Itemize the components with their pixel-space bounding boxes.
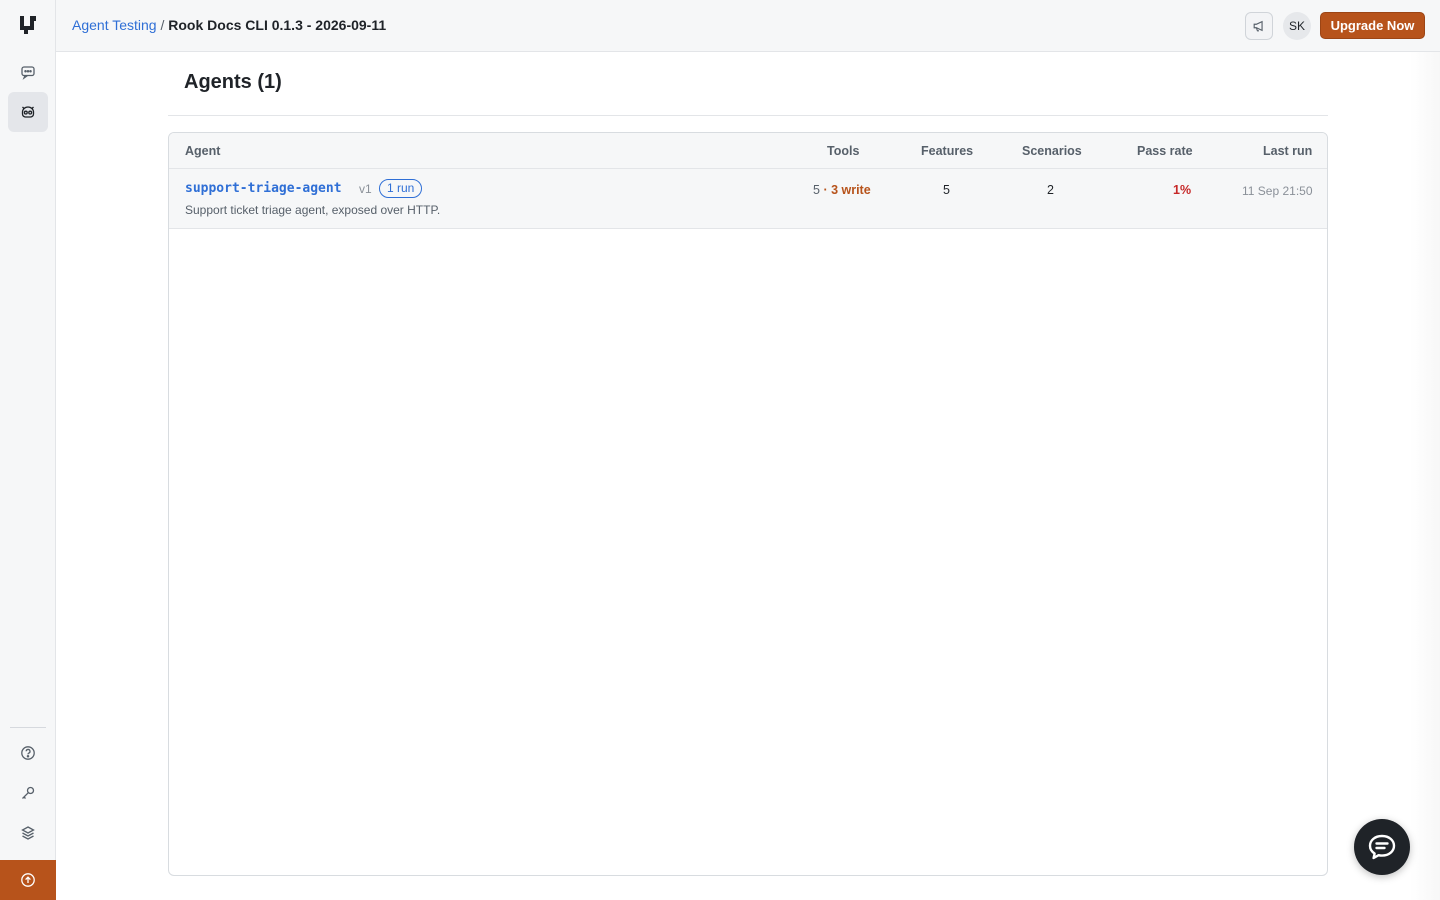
- features-count: 5: [943, 183, 950, 197]
- pass-rate-value: 1%: [1173, 183, 1192, 197]
- sidebar-divider: [10, 727, 46, 728]
- sidebar-item-help[interactable]: [8, 733, 48, 773]
- user-avatar[interactable]: SK: [1283, 12, 1311, 40]
- agent-description: Support ticket triage agent, exposed ove…: [185, 203, 441, 217]
- breadcrumb: Agent Testing / Rook Docs CLI 0.1.3 - 20…: [72, 17, 386, 33]
- run-count-badge[interactable]: 1 run: [379, 179, 423, 198]
- agents-table: Agent Tools Features Scenarios Pass rate…: [168, 132, 1328, 876]
- scenarios-count: 2: [1047, 183, 1054, 197]
- megaphone-icon: [1253, 20, 1263, 32]
- column-header-last-run[interactable]: Last run: [1263, 144, 1312, 158]
- title-divider: [168, 115, 1328, 116]
- support-chat-button[interactable]: [1354, 819, 1410, 875]
- column-header-features[interactable]: Features: [921, 144, 973, 158]
- tools-cell: 5 · 3 write: [813, 183, 871, 197]
- breadcrumb-separator: /: [156, 17, 169, 33]
- scrollbar-track[interactable]: [1410, 52, 1440, 900]
- page-title: Agents (1): [184, 71, 282, 93]
- agent-version: v1: [359, 182, 372, 196]
- agent-name-link[interactable]: support-triage-agent: [185, 181, 342, 196]
- breadcrumb-link-agent-testing[interactable]: Agent Testing: [72, 17, 157, 33]
- logo-icon[interactable]: [18, 14, 38, 36]
- sidebar-item-integrations[interactable]: [8, 813, 48, 853]
- tools-count: 5: [813, 183, 820, 197]
- sidebar-upgrade-button[interactable]: [0, 860, 56, 900]
- chat-bubble-icon: [1368, 834, 1396, 860]
- agent-testing-icon: [21, 106, 35, 118]
- breadcrumb-current: Rook Docs CLI 0.1.3 - 2026-09-11: [168, 17, 387, 33]
- table-header: Agent Tools Features Scenarios Pass rate…: [169, 133, 1327, 169]
- table-row[interactable]: support-triage-agent v1 1 run Support ti…: [169, 169, 1327, 229]
- column-header-pass-rate[interactable]: Pass rate: [1137, 144, 1193, 158]
- top-header: Agent Testing / Rook Docs CLI 0.1.3 - 20…: [56, 0, 1440, 52]
- column-header-tools[interactable]: Tools: [827, 144, 859, 158]
- sidebar: [0, 0, 56, 900]
- key-icon: [22, 786, 35, 799]
- sidebar-item-agent-testing[interactable]: [8, 92, 48, 132]
- upgrade-arrow-icon: [21, 873, 35, 887]
- column-header-agent[interactable]: Agent: [185, 144, 220, 158]
- sidebar-item-api-keys[interactable]: [8, 773, 48, 813]
- column-header-scenarios[interactable]: Scenarios: [1022, 144, 1082, 158]
- sidebar-item-chat[interactable]: [8, 52, 48, 92]
- announcements-button[interactable]: [1245, 12, 1273, 40]
- last-run-time: 11 Sep 21:50: [1242, 184, 1313, 198]
- help-icon: [21, 746, 35, 760]
- tools-write-count: · 3 write: [823, 183, 871, 197]
- upgrade-now-button[interactable]: Upgrade Now: [1320, 12, 1425, 39]
- layers-icon: [21, 826, 35, 840]
- chat-icon: [21, 66, 35, 80]
